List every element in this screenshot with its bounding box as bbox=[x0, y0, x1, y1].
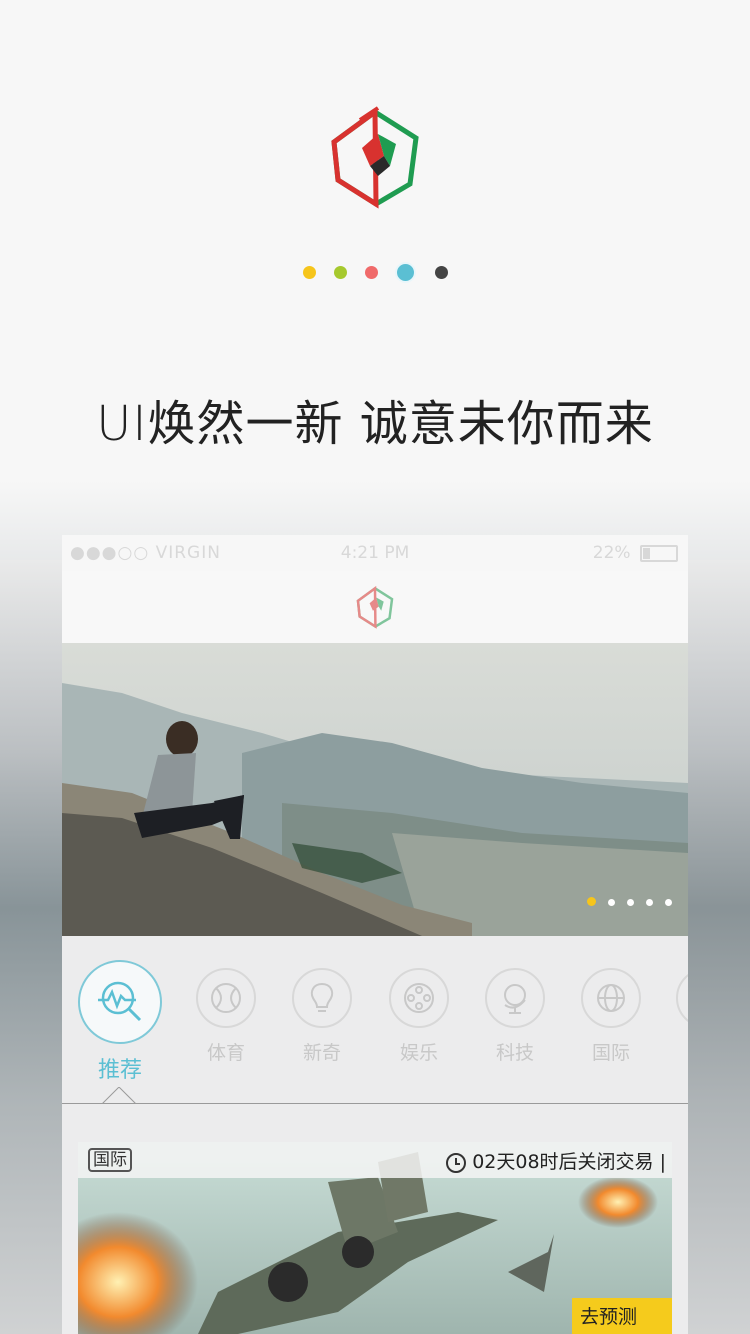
category-novelty[interactable]: 新奇 bbox=[290, 968, 354, 1065]
brand-logo-icon bbox=[331, 106, 419, 209]
pager-dot-4-active[interactable] bbox=[395, 262, 416, 283]
category-bar: 推荐 体育 新奇 娱乐 科技 国际 bbox=[62, 936, 688, 1104]
blurred-background-left bbox=[0, 560, 62, 1334]
hero-banner[interactable] bbox=[62, 643, 688, 936]
category-divider bbox=[62, 1103, 688, 1104]
category-more-partial[interactable] bbox=[674, 968, 688, 1028]
battery-status: 22% bbox=[593, 543, 678, 563]
category-tag: 国际 bbox=[88, 1148, 132, 1172]
active-tab-caret bbox=[102, 1087, 136, 1104]
banner-dot-2[interactable] bbox=[607, 899, 615, 906]
banner-dot-3[interactable] bbox=[626, 899, 634, 906]
category-sports[interactable]: 体育 bbox=[194, 968, 258, 1065]
card-header: 国际 02天08时后关闭交易 | bbox=[78, 1142, 672, 1178]
status-bar: ●●●○○ VIRGIN 4:21 PM 22% bbox=[62, 535, 688, 571]
onboarding-pager[interactable] bbox=[0, 262, 750, 283]
prediction-card[interactable]: 国际 02天08时后关闭交易 | 去预测 bbox=[78, 1142, 672, 1334]
world-icon bbox=[597, 984, 625, 1012]
battery-percent: 22% bbox=[592, 543, 631, 563]
category-international[interactable]: 国际 bbox=[579, 968, 643, 1065]
film-reel-icon bbox=[404, 983, 434, 1013]
category-recommend[interactable]: 推荐 bbox=[78, 960, 162, 1084]
search-chart-icon bbox=[98, 981, 142, 1022]
headline: UI焕然一新 诚意未你而来 bbox=[96, 396, 654, 452]
app-navbar bbox=[62, 571, 688, 643]
banner-dot-1[interactable] bbox=[586, 897, 596, 906]
tennis-ball-icon bbox=[211, 983, 241, 1013]
blurred-background-right bbox=[688, 560, 750, 1334]
pager-dot-3[interactable] bbox=[365, 266, 378, 279]
countdown-text: 02天08时后关闭交易 | bbox=[472, 1151, 666, 1173]
pager-dot-1[interactable] bbox=[303, 266, 316, 279]
category-entertainment[interactable]: 娱乐 bbox=[387, 968, 451, 1065]
battery-icon bbox=[640, 544, 678, 562]
category-label: 推荐 bbox=[97, 1058, 142, 1083]
banner-pager[interactable] bbox=[580, 891, 672, 910]
clock-icon bbox=[446, 1152, 467, 1173]
banner-dot-5[interactable] bbox=[665, 899, 672, 906]
app-logo-icon bbox=[356, 585, 394, 629]
category-label: 新奇 bbox=[302, 1042, 341, 1064]
phone-preview: ●●●○○ VIRGIN 4:21 PM 22% 推荐 体育 新奇 娱乐 科技 … bbox=[62, 535, 688, 1334]
category-label: 科技 bbox=[495, 1042, 534, 1064]
countdown: 02天08时后关闭交易 | bbox=[446, 1147, 666, 1174]
banner-dot-4[interactable] bbox=[645, 899, 653, 906]
category-label: 娱乐 bbox=[399, 1042, 438, 1064]
lightbulb-icon bbox=[310, 982, 334, 1012]
globe-stand-icon bbox=[504, 984, 526, 1014]
category-tech[interactable]: 科技 bbox=[483, 968, 547, 1065]
predict-label: 去预测 bbox=[580, 1306, 638, 1328]
category-label: 体育 bbox=[206, 1042, 245, 1064]
predict-button[interactable]: 去预测 bbox=[572, 1298, 672, 1334]
category-label: 国际 bbox=[591, 1042, 630, 1064]
pager-dot-2[interactable] bbox=[334, 266, 347, 279]
pager-dot-5[interactable] bbox=[435, 266, 448, 279]
